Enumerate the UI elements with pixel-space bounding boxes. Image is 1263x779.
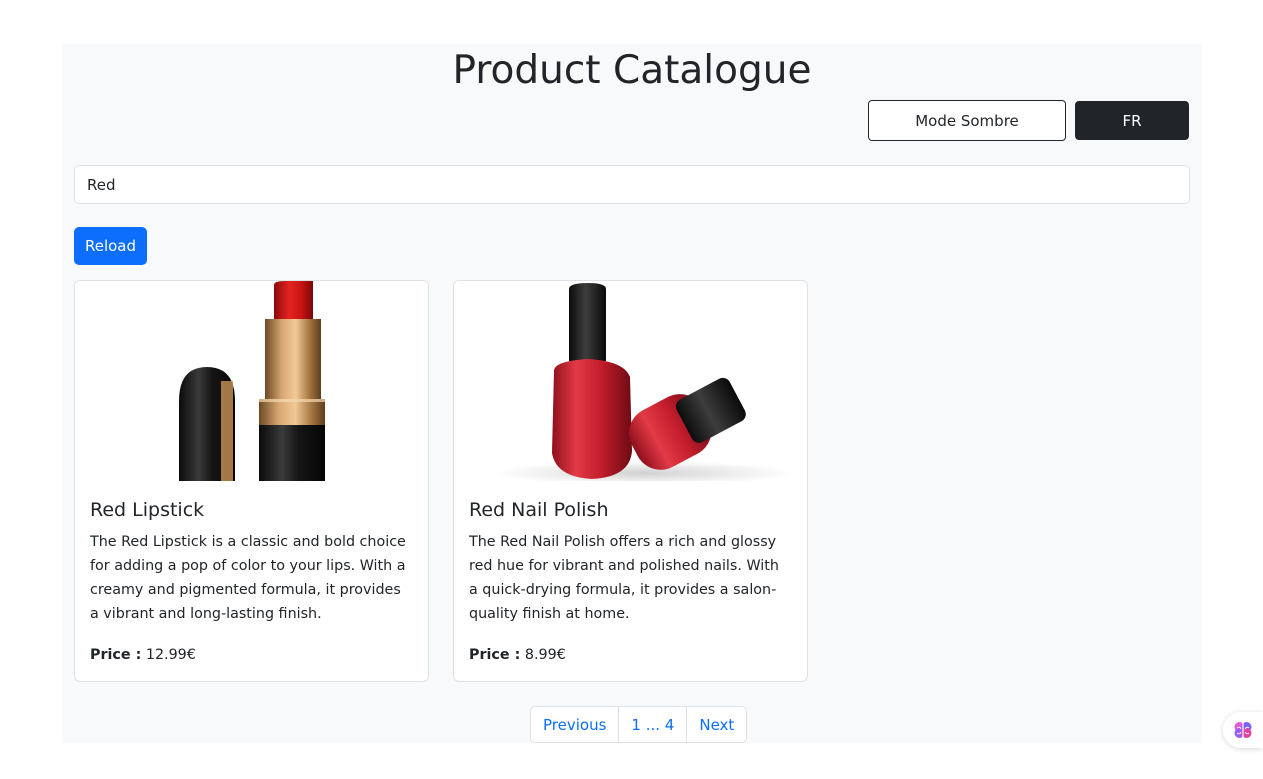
price-value: 12.99€ — [145, 647, 196, 663]
reload-button[interactable]: Reload — [74, 227, 147, 265]
product-card: Red Lipstick The Red Lipstick is a class… — [74, 280, 429, 682]
product-title: Red Lipstick — [90, 499, 205, 521]
product-price: Price : 8.99€ — [469, 643, 566, 667]
price-label: Price : — [469, 647, 521, 663]
product-price: Price : 12.99€ — [90, 643, 196, 667]
price-label: Price : — [90, 647, 142, 663]
product-card: Red Nail Polish The Red Nail Polish offe… — [453, 280, 808, 682]
pagination: Previous 1 ... 4 Next — [530, 706, 748, 743]
product-title: Red Nail Polish — [469, 499, 609, 521]
product-description: The Red Nail Polish offers a rich and gl… — [469, 534, 779, 622]
assistant-fab[interactable] — [1223, 712, 1263, 748]
previous-page-link[interactable]: Previous — [531, 707, 620, 742]
nail-polish-image — [454, 281, 807, 481]
next-page-link[interactable]: Next — [687, 707, 746, 742]
page-range-link[interactable]: 1 ... 4 — [619, 707, 688, 742]
language-button[interactable]: FR — [1075, 101, 1189, 140]
page-title: Product Catalogue — [452, 48, 812, 93]
lipstick-image — [75, 281, 428, 481]
price-value: 8.99€ — [524, 647, 566, 663]
product-description: The Red Lipstick is a classic and bold c… — [90, 534, 406, 622]
search-input[interactable] — [74, 165, 1190, 204]
dark-mode-button[interactable]: Mode Sombre — [868, 100, 1066, 141]
brain-icon — [1234, 722, 1252, 738]
catalogue-container: Product Catalogue Mode Sombre FR Reload — [62, 44, 1202, 743]
